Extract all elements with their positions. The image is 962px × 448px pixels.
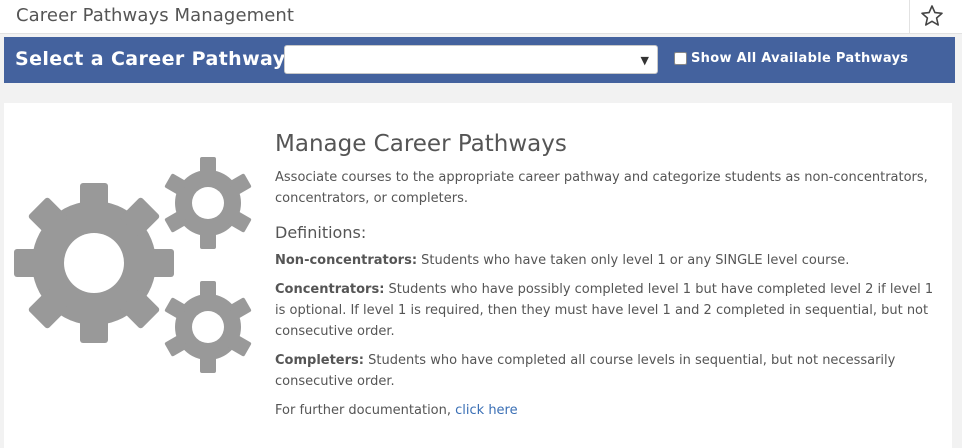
definitions-heading: Definitions: [275,223,367,242]
main-panel: Manage Career Pathways Associate courses… [4,103,952,448]
gears-icon [14,157,252,373]
select-pathway-label: Select a Career Pathway: [15,48,294,70]
documentation-link[interactable]: click here [455,403,517,418]
show-all-label[interactable]: Show All Available Pathways [691,51,908,66]
info-content: Manage Career Pathways Associate courses… [275,131,935,421]
star-outline-icon [921,5,943,26]
page-header: Career Pathways Management [0,0,962,34]
definition-term: Concentrators: [275,282,385,297]
definition-term: Completers: [275,353,364,368]
documentation-line: For further documentation, click here [275,400,935,421]
dropdown-arrow-icon: ▼ [640,54,649,67]
section-heading: Manage Career Pathways [275,131,567,157]
definition-text: Students who have completed all course l… [275,353,896,389]
page-title: Career Pathways Management [16,5,295,26]
show-all-checkbox[interactable] [674,52,687,65]
pathway-toolbar: Select a Career Pathway: ▼ Show All Avai… [4,37,955,83]
definition-item: Completers: Students who have completed … [275,350,935,392]
documentation-prefix: For further documentation, [275,403,456,418]
definition-term: Non-concentrators: [275,253,418,268]
favorite-button[interactable] [909,0,962,33]
definition-item: Concentrators: Students who have possibl… [275,279,935,342]
pathway-select[interactable]: ▼ [284,45,658,74]
definition-item: Non-concentrators: Students who have tak… [275,250,935,271]
definition-text: Students who have taken only level 1 or … [417,253,850,268]
section-description: Associate courses to the appropriate car… [275,170,928,206]
